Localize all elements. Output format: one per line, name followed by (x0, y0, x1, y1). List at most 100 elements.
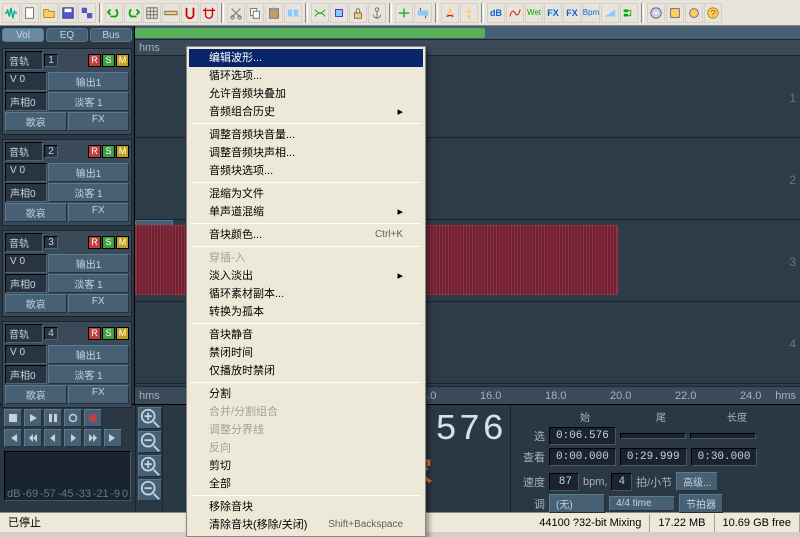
view-end[interactable]: 0:29.999 (620, 448, 687, 466)
pan-value[interactable]: 声相0 (5, 183, 47, 202)
lock-button[interactable]: 歌哀 (5, 203, 67, 222)
fade-icon[interactable] (601, 3, 619, 23)
volume-value[interactable]: V 0 (5, 72, 47, 91)
paste-icon[interactable] (265, 3, 283, 23)
pan-value[interactable]: 声相0 (5, 274, 47, 293)
metronome-button[interactable]: 节拍器 (679, 494, 723, 513)
pan-value[interactable]: 声相0 (5, 92, 47, 111)
menu-item[interactable]: 音频组合历史▸ (189, 103, 423, 121)
menu-item[interactable]: 音块静音 (189, 326, 423, 344)
menu-item[interactable]: 单声道混缩▸ (189, 203, 423, 221)
tab-vol[interactable]: Vol (2, 28, 44, 42)
bpm-icon[interactable]: Bpm (582, 3, 600, 23)
menu-item[interactable]: 分割 (189, 385, 423, 403)
menu-item[interactable]: 淡入淡出▸ (189, 267, 423, 285)
prev-button[interactable] (44, 429, 62, 447)
read-button[interactable]: 淡客 1 (48, 365, 129, 384)
anchor-icon[interactable] (368, 3, 386, 23)
fx-button[interactable]: FX (68, 294, 130, 313)
track-name[interactable]: 音轨 (5, 51, 43, 70)
ruler-icon[interactable] (162, 3, 180, 23)
menu-item[interactable]: 混缩为文件 (189, 185, 423, 203)
fx-button[interactable]: FX (68, 112, 130, 131)
help-icon[interactable]: ? (704, 3, 722, 23)
read-button[interactable]: 淡客 1 (48, 274, 129, 293)
volume-value[interactable]: V 0 (5, 254, 47, 273)
db-icon[interactable]: dB (487, 3, 505, 23)
fx-button[interactable]: FX (68, 385, 130, 404)
split-icon[interactable] (395, 3, 413, 23)
cut-icon[interactable] (227, 3, 245, 23)
view-length[interactable]: 0:30.000 (691, 448, 758, 466)
bounce-icon[interactable] (414, 3, 432, 23)
fx-button[interactable]: FX (68, 203, 130, 222)
timesig-select[interactable]: 4/4 time (609, 496, 675, 511)
menu-item[interactable]: 音频块选项... (189, 162, 423, 180)
cd-icon[interactable] (647, 3, 665, 23)
menu-item[interactable]: 仅播放时禁闭 (189, 362, 423, 380)
tool2-icon[interactable] (685, 3, 703, 23)
menu-item[interactable]: 全部 (189, 475, 423, 493)
sel-length[interactable] (690, 433, 756, 439)
track-name[interactable]: 音轨 (5, 324, 43, 343)
solo-button[interactable]: S (102, 54, 115, 67)
tab-eq[interactable]: EQ (46, 28, 88, 42)
record-arm-button[interactable]: R (88, 236, 101, 249)
new-icon[interactable] (21, 3, 39, 23)
zoom-in-h-icon[interactable] (138, 455, 162, 477)
output-button[interactable]: 输出1 (48, 254, 129, 273)
zoom-in-v-icon[interactable] (138, 407, 162, 429)
mute-button[interactable]: M (116, 236, 129, 249)
tempo-value[interactable]: 87 (549, 473, 579, 491)
tool1-icon[interactable] (666, 3, 684, 23)
save-icon[interactable] (59, 3, 77, 23)
volume-value[interactable]: V 0 (5, 163, 47, 182)
zoom-out-v-icon[interactable] (138, 431, 162, 453)
play-button[interactable] (24, 409, 42, 427)
record-arm-button[interactable]: R (88, 54, 101, 67)
redo-icon[interactable] (124, 3, 142, 23)
solo-button[interactable]: S (102, 327, 115, 340)
fx2-icon[interactable]: FX (563, 3, 581, 23)
next-button[interactable] (64, 429, 82, 447)
mute-button[interactable]: M (116, 145, 129, 158)
record-button[interactable] (84, 409, 102, 427)
advanced-button[interactable]: 高级... (676, 472, 718, 491)
mute-button[interactable]: M (116, 327, 129, 340)
track-name[interactable]: 音轨 (5, 142, 43, 161)
go-end-button[interactable] (104, 429, 122, 447)
pan-value[interactable]: 声相0 (5, 365, 47, 384)
record-arm-button[interactable]: R (88, 145, 101, 158)
output-button[interactable]: 输出1 (48, 72, 129, 91)
overview-bar[interactable] (135, 26, 800, 40)
menu-item[interactable]: 调整音频块声相... (189, 144, 423, 162)
open-icon[interactable] (40, 3, 58, 23)
lock-button[interactable]: 歌哀 (5, 294, 67, 313)
solo-button[interactable]: S (102, 236, 115, 249)
menu-item[interactable]: 循环选项... (189, 67, 423, 85)
record-arm-button[interactable]: R (88, 327, 101, 340)
key-select[interactable]: (无) (549, 494, 605, 513)
go-start-button[interactable] (4, 429, 22, 447)
curve-icon[interactable] (506, 3, 524, 23)
forward-button[interactable] (84, 429, 102, 447)
stop-button[interactable] (4, 409, 22, 427)
marker-icon[interactable] (460, 3, 478, 23)
volume-value[interactable]: V 0 (5, 345, 47, 364)
loop-button[interactable] (64, 409, 82, 427)
batch-icon[interactable] (78, 3, 96, 23)
pause-button[interactable] (44, 409, 62, 427)
crossfade-icon[interactable] (311, 3, 329, 23)
track-name[interactable]: 音轨 (5, 233, 43, 252)
trim-icon[interactable] (330, 3, 348, 23)
menu-item[interactable]: 剪切 (189, 457, 423, 475)
menu-item[interactable]: 循环素材副本... (189, 285, 423, 303)
menu-item[interactable]: 转换为孤本 (189, 303, 423, 321)
snap-icon[interactable] (181, 3, 199, 23)
wet-icon[interactable]: Wet (525, 3, 543, 23)
mute-button[interactable]: M (116, 54, 129, 67)
lock-icon[interactable] (349, 3, 367, 23)
undo-icon[interactable] (105, 3, 123, 23)
waveform-icon[interactable] (2, 3, 20, 23)
menu-item[interactable]: 调整音频块音量... (189, 126, 423, 144)
